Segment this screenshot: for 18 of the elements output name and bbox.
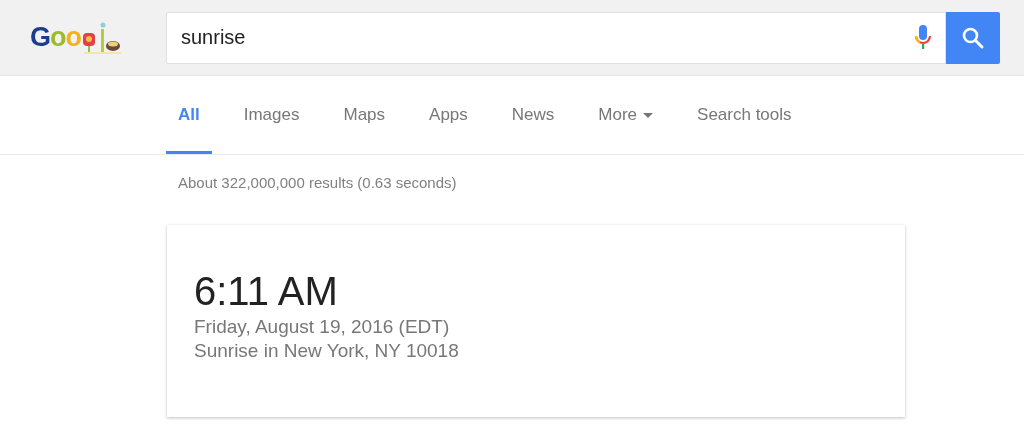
- nav-tab[interactable]: More: [586, 76, 666, 154]
- search-button[interactable]: [946, 11, 1000, 64]
- nav-tab[interactable]: Apps: [417, 76, 480, 154]
- search-field[interactable]: sunrise: [166, 11, 946, 64]
- nav-tab[interactable]: Images: [231, 76, 312, 154]
- logo[interactable]: Goo: [30, 22, 81, 53]
- nav-tab[interactable]: Search tools: [685, 76, 804, 154]
- sunrise-date: Friday, August 19, 2016 (EDT): [194, 316, 450, 337]
- result-stats: About 322,000,000 results (0.63 seconds): [178, 174, 457, 191]
- flower-doodle-drawing: [82, 20, 122, 55]
- nav-tab[interactable]: News: [499, 76, 567, 154]
- microphone-icon[interactable]: [913, 23, 933, 52]
- nav-tab[interactable]: All: [166, 76, 212, 154]
- search-icon: [961, 25, 985, 50]
- nav-tab[interactable]: Maps: [331, 76, 398, 154]
- sunrise-time: 6:11 AM: [194, 269, 338, 313]
- search-input[interactable]: sunrise: [179, 25, 913, 50]
- sunrise-location: Sunrise in New York, NY 10018: [194, 340, 459, 361]
